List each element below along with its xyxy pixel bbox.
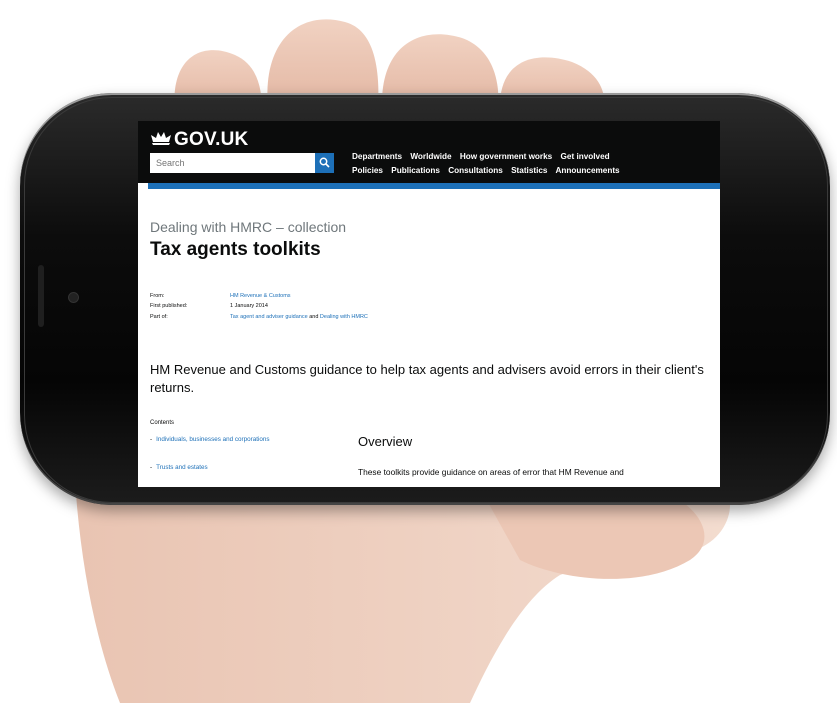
meta-published: First published: 1 January 2014: [150, 303, 268, 309]
search-button[interactable]: [315, 153, 334, 173]
nav-how-government-works[interactable]: How government works: [460, 152, 552, 161]
meta-from-label: From:: [150, 293, 165, 299]
overview-paragraph: These toolkits provide guidance on areas…: [358, 467, 624, 477]
nav-worldwide[interactable]: Worldwide: [410, 152, 451, 161]
phone-speaker: [38, 265, 44, 327]
contents-heading: Contents: [150, 420, 175, 426]
meta-from: From: HM Revenue & Customs: [150, 293, 291, 299]
meta-part-of: Part of: Tax agent and adviser guidance a…: [150, 314, 368, 320]
page-title: Tax agents toolkits: [150, 239, 321, 260]
collection-label: Dealing with HMRC – collection: [150, 219, 347, 235]
search-icon: [319, 157, 330, 168]
contents-item: - Individuals, businesses and corporation…: [150, 435, 290, 444]
nav-consultations[interactable]: Consultations: [448, 166, 503, 175]
nav-announcements[interactable]: Announcements: [555, 166, 619, 175]
phone-camera: [68, 292, 79, 303]
meta-partof-link-1[interactable]: Tax agent and adviser guidance: [230, 314, 308, 320]
meta-partof-label: Part of:: [150, 314, 168, 320]
meta-from-link[interactable]: HM Revenue & Customs: [230, 293, 291, 299]
meta-partof-link-2[interactable]: Dealing with HMRC: [320, 314, 368, 320]
meta-published-label: First published:: [150, 303, 188, 309]
site-header: GOV.UK Departments Worldwide How governm…: [138, 121, 720, 183]
meta-published-value: 1 January 2014: [230, 303, 268, 309]
crown-icon: [151, 132, 171, 145]
nav-publications[interactable]: Publications: [391, 166, 440, 175]
meta-partof-and: and: [309, 314, 319, 320]
phone-screen: GOV.UK Departments Worldwide How governm…: [138, 121, 720, 487]
contents-bullet: -: [150, 464, 153, 471]
nav-row-1: Departments Worldwide How government wor…: [352, 152, 616, 161]
search-input[interactable]: [150, 153, 315, 173]
nav-row-2: Policies Publications Consultations Stat…: [352, 166, 626, 175]
contents-link-trusts[interactable]: Trusts and estates: [156, 464, 208, 471]
nav-get-involved[interactable]: Get involved: [561, 152, 610, 161]
lead-paragraph: HM Revenue and Customs guidance to help …: [150, 362, 704, 395]
contents-link-individuals[interactable]: Individuals, businesses and corporations: [156, 436, 269, 443]
overview-heading: Overview: [358, 434, 413, 449]
header-accent-bar: [148, 183, 720, 189]
nav-departments[interactable]: Departments: [352, 152, 402, 161]
govuk-logo[interactable]: GOV.UK: [174, 129, 248, 151]
contents-item: - Trusts and estates: [150, 463, 208, 472]
nav-statistics[interactable]: Statistics: [511, 166, 547, 175]
nav-policies[interactable]: Policies: [352, 166, 383, 175]
contents-bullet: -: [150, 436, 153, 443]
